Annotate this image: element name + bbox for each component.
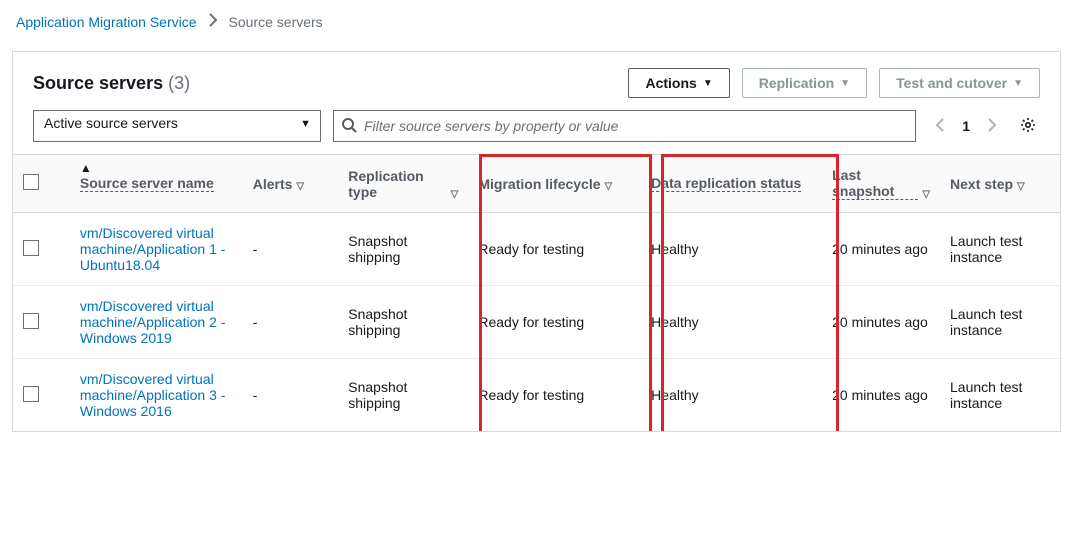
cell-data-status: Healthy: [641, 359, 822, 432]
replication-button[interactable]: Replication ▼: [742, 68, 867, 98]
title-count: (3): [168, 73, 190, 93]
cell-lifecycle: Ready for testing: [468, 286, 641, 359]
cell-rep-type: Snapshot shipping: [338, 286, 468, 359]
filter-selected-value: Active source servers: [33, 110, 321, 142]
cell-rep-type: Snapshot shipping: [338, 213, 468, 286]
chevron-right-icon: [205, 12, 221, 31]
cell-alerts: -: [243, 286, 339, 359]
cell-lifecycle: Ready for testing: [468, 213, 641, 286]
cell-next: Launch test instance: [940, 359, 1060, 432]
actions-label: Actions: [645, 75, 696, 91]
server-name-link[interactable]: vm/Discovered virtual machine/Applicatio…: [80, 225, 226, 273]
action-buttons: Actions ▼ Replication ▼ Test and cutover…: [628, 68, 1040, 98]
col-alerts[interactable]: Alerts▽: [243, 155, 339, 213]
cell-data-status: Healthy: [641, 286, 822, 359]
cell-alerts: -: [243, 213, 339, 286]
caret-down-icon: ▼: [840, 78, 850, 89]
sort-icon: ▽: [605, 181, 613, 192]
col-rep-type-label: Replication type: [348, 168, 446, 200]
sort-icon: ▽: [451, 189, 459, 200]
cell-data-status: Healthy: [641, 213, 822, 286]
search-input[interactable]: [333, 110, 916, 142]
col-select-all: [13, 155, 70, 213]
pager-page: 1: [962, 118, 970, 134]
table-row: vm/Discovered virtual machine/Applicatio…: [13, 213, 1060, 286]
cell-lifecycle: Ready for testing: [468, 359, 641, 432]
select-all-checkbox[interactable]: [23, 174, 39, 190]
sort-icon: ▽: [296, 181, 304, 192]
col-next[interactable]: Next step ▽: [940, 155, 1060, 213]
panel-header: Source servers (3) Actions ▼ Replication…: [13, 52, 1060, 110]
gear-icon: [1020, 117, 1036, 133]
table-row: vm/Discovered virtual machine/Applicatio…: [13, 359, 1060, 432]
breadcrumb-current: Source servers: [229, 14, 323, 30]
pager: 1: [928, 115, 1004, 138]
source-servers-panel: Source servers (3) Actions ▼ Replication…: [12, 51, 1061, 432]
title-text: Source servers: [33, 73, 163, 93]
col-alerts-label: Alerts: [253, 176, 293, 192]
test-cutover-button[interactable]: Test and cutover ▼: [879, 68, 1040, 98]
sort-icon: ▽: [922, 189, 930, 200]
col-next-label: Next step: [950, 176, 1013, 192]
col-name-label: Source server name: [80, 175, 214, 192]
source-servers-table: ▲ Source server name Alerts▽ Replication…: [13, 154, 1060, 431]
col-lifecycle[interactable]: Migration lifecycle ▽: [468, 155, 641, 213]
breadcrumb-root[interactable]: Application Migration Service: [16, 14, 197, 30]
page-title: Source servers (3): [33, 73, 190, 94]
toolbar: Active source servers ▼ 1: [13, 110, 1060, 154]
sort-asc-icon: ▲: [80, 161, 92, 175]
server-name-link[interactable]: vm/Discovered virtual machine/Applicatio…: [80, 371, 226, 419]
horizontal-scrollbar[interactable]: [0, 440, 1073, 458]
test-cutover-label: Test and cutover: [896, 75, 1007, 91]
col-data-status[interactable]: Data replication status: [641, 155, 822, 213]
row-checkbox[interactable]: [23, 240, 39, 256]
search-icon: [341, 117, 357, 136]
col-snapshot[interactable]: Last snapshot ▽: [822, 155, 940, 213]
cell-next: Launch test instance: [940, 286, 1060, 359]
cell-next: Launch test instance: [940, 213, 1060, 286]
breadcrumb: Application Migration Service Source ser…: [0, 0, 1073, 35]
col-lifecycle-label: Migration lifecycle: [478, 176, 600, 192]
col-rep-type[interactable]: Replication type ▽: [338, 155, 468, 213]
table-row: vm/Discovered virtual machine/Applicatio…: [13, 286, 1060, 359]
cell-rep-type: Snapshot shipping: [338, 359, 468, 432]
replication-label: Replication: [759, 75, 834, 91]
cell-snapshot: 20 minutes ago: [822, 213, 940, 286]
row-checkbox[interactable]: [23, 313, 39, 329]
pager-next[interactable]: [980, 115, 1004, 138]
col-snapshot-label: Last snapshot: [832, 167, 918, 200]
pager-prev[interactable]: [928, 115, 952, 138]
col-name[interactable]: ▲ Source server name: [70, 155, 243, 213]
actions-button[interactable]: Actions ▼: [628, 68, 729, 98]
search-wrap: [333, 110, 916, 142]
cell-snapshot: 20 minutes ago: [822, 286, 940, 359]
caret-down-icon: ▼: [1013, 78, 1023, 89]
sort-icon: ▽: [1017, 181, 1025, 192]
settings-button[interactable]: [1016, 113, 1040, 140]
filter-select[interactable]: Active source servers ▼: [33, 110, 321, 142]
cell-snapshot: 20 minutes ago: [822, 359, 940, 432]
server-name-link[interactable]: vm/Discovered virtual machine/Applicatio…: [80, 298, 226, 346]
row-checkbox[interactable]: [23, 386, 39, 402]
caret-down-icon: ▼: [703, 78, 713, 89]
col-data-status-label: Data replication status: [651, 175, 801, 192]
table-wrap: ▲ Source server name Alerts▽ Replication…: [13, 154, 1060, 431]
cell-alerts: -: [243, 359, 339, 432]
